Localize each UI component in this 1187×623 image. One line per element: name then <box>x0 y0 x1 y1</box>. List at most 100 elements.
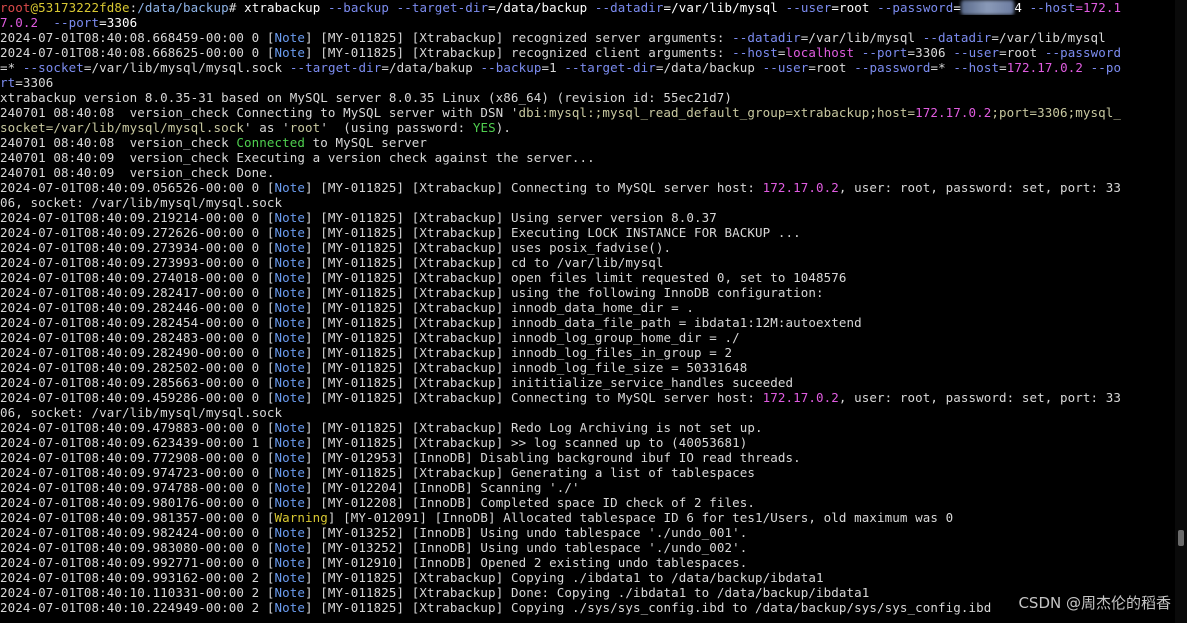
watermark: CSDN @周杰伦的稻香 <box>1018 594 1171 612</box>
terminal-text: ' (using password: <box>320 120 473 135</box>
terminal-text: ] [MY-011825] [Xtrabackup] Redo Log Arch… <box>305 420 763 435</box>
terminal-text: xtrabackup <box>244 0 328 15</box>
terminal-text: Note <box>274 225 306 240</box>
terminal-text: 2024-07-01T08:40:09.282446-00:00 0 [ <box>0 300 275 315</box>
terminal-text: Note <box>274 345 306 360</box>
terminal-text: --user <box>785 0 832 15</box>
terminal-text: 2024-07-01T08:40:09.056526-00:00 0 [ <box>0 180 275 195</box>
terminal-window[interactable]: root@53173222fd8e:/data/backup# xtraback… <box>0 0 1187 623</box>
terminal-text: ] [MY-011825] [Xtrabackup] using the fol… <box>305 285 824 300</box>
terminal-text: xtrabackup version 8.0.35-31 based on My… <box>0 90 733 105</box>
terminal-text: =/var/lib/mysql <box>991 30 1106 45</box>
terminal-text: Note <box>274 240 306 255</box>
terminal-text: --password <box>1044 45 1122 60</box>
terminal-text: ] [MY-012091] [InnoDB] Allocated tablesp… <box>327 510 954 525</box>
terminal-text: --host <box>1029 0 1076 15</box>
terminal-text: 2024-07-01T08:40:09.479883-00:00 0 [ <box>0 420 275 435</box>
terminal-text: --backup <box>327 0 389 15</box>
terminal-line: 06, socket: /var/lib/mysql/mysql.sock <box>0 195 1173 210</box>
terminal-text: ] [MY-011825] [Xtrabackup] Using server … <box>305 210 717 225</box>
terminal-text: localhost <box>785 45 855 60</box>
terminal-text: 4 <box>1014 0 1030 15</box>
terminal-text: = <box>777 45 786 60</box>
terminal-text: =3306 <box>907 45 954 60</box>
terminal-text: --port <box>53 15 100 30</box>
terminal-text: --host <box>732 45 778 60</box>
terminal-text: 2024-07-01T08:40:09.974788-00:00 0 [ <box>0 480 275 495</box>
terminal-line: 240701 08:40:08 version_check Connected … <box>0 135 1173 150</box>
terminal-text: =* <box>930 60 954 75</box>
terminal-text: 2024-07-01T08:40:08.668625-00:00 0 [ <box>0 45 275 60</box>
terminal-text: Note <box>274 465 306 480</box>
terminal-text: 2024-07-01T08:40:09.992771-00:00 0 [ <box>0 555 275 570</box>
terminal-line: 2024-07-01T08:40:09.623439-00:00 1 [Note… <box>0 435 1173 450</box>
terminal-text: Note <box>274 285 306 300</box>
terminal-text: Note <box>274 420 306 435</box>
terminal-line: 2024-07-01T08:40:09.285663-00:00 0 [Note… <box>0 375 1173 390</box>
terminal-text: Note <box>274 435 306 450</box>
terminal-text: 2024-07-01T08:40:09.282490-00:00 0 [ <box>0 345 275 360</box>
terminal-text: ] [MY-011825] [Xtrabackup] Done: Copying… <box>305 585 870 600</box>
terminal-text: Note <box>274 255 306 270</box>
terminal-text: Note <box>274 495 306 510</box>
terminal-text: =/var/lib/mysql <box>663 0 786 15</box>
terminal-line: 2024-07-01T08:40:09.282490-00:00 0 [Note… <box>0 345 1173 360</box>
terminal-text: 240701 08:40:09 version_check Done. <box>0 165 275 180</box>
terminal-text: --target-dir <box>564 60 656 75</box>
terminal-line: 2024-07-01T08:40:09.992771-00:00 0 [Note… <box>0 555 1173 570</box>
terminal-text: 2024-07-01T08:40:09.273993-00:00 0 [ <box>0 255 275 270</box>
terminal-text: 2024-07-01T08:40:09.981357-00:00 0 [ <box>0 510 275 525</box>
terminal-text: ] [MY-012910] [InnoDB] Opened 2 existing… <box>305 555 748 570</box>
terminal-text: =/var/lib/mysql <box>800 30 923 45</box>
terminal-text: Note <box>274 300 306 315</box>
terminal-line: 2024-07-01T08:40:08.668625-00:00 0 [Note… <box>0 45 1173 60</box>
terminal-text: 2024-07-01T08:40:09.980176-00:00 0 [ <box>0 495 275 510</box>
terminal-text: 2024-07-01T08:40:09.623439-00:00 1 [ <box>0 435 275 450</box>
terminal-text: ;port=3306;mysql_ <box>991 105 1121 120</box>
terminal-output: root@53173222fd8e:/data/backup# xtraback… <box>0 0 1173 615</box>
terminal-text: 2024-07-01T08:40:09.772908-00:00 0 [ <box>0 450 275 465</box>
terminal-text: Note <box>274 330 306 345</box>
terminal-text: 172.17.0.2 <box>762 180 839 195</box>
terminal-text: Note <box>274 315 306 330</box>
terminal-text: 2024-07-01T08:40:08.668459-00:00 0 [ <box>0 30 275 45</box>
scrollbar-thumb[interactable] <box>1178 530 1184 546</box>
terminal-text: =3306 <box>99 15 138 30</box>
terminal-text: 7.0.2 <box>0 15 39 30</box>
terminal-line: 240701 08:40:08 version_check Connecting… <box>0 105 1173 120</box>
scrollbar[interactable] <box>1175 0 1187 623</box>
terminal-line: 7.0.2 --port=3306 <box>0 15 1173 30</box>
terminal-line: 2024-07-01T08:40:09.974788-00:00 0 [Note… <box>0 480 1173 495</box>
terminal-text: /data/backup <box>137 0 229 15</box>
terminal-text: root <box>289 120 321 135</box>
terminal-text: = <box>953 0 961 15</box>
terminal-text: 2024-07-01T08:40:09.974723-00:00 0 [ <box>0 465 275 480</box>
terminal-text: ] [MY-011825] [Xtrabackup] innodb_log_gr… <box>305 330 740 345</box>
terminal-text: --datadir <box>732 30 801 45</box>
terminal-line: 2024-07-01T08:40:09.772908-00:00 0 [Note… <box>0 450 1173 465</box>
terminal-text: 2024-07-01T08:40:10.224949-00:00 2 [ <box>0 600 275 615</box>
terminal-text: --po <box>1090 60 1122 75</box>
terminal-text: Note <box>274 570 306 585</box>
terminal-text: Note <box>274 390 306 405</box>
terminal-text: =* <box>0 60 23 75</box>
terminal-text: Note <box>274 525 306 540</box>
terminal-text: Note <box>274 585 306 600</box>
terminal-text: ] [MY-012953] [InnoDB] Disabling backgro… <box>305 450 801 465</box>
terminal-line: 2024-07-01T08:40:09.980176-00:00 0 [Note… <box>0 495 1173 510</box>
terminal-text: @53173222fd8e <box>30 0 130 15</box>
terminal-line: socket=/var/lib/mysql/mysql.sock' as 'ro… <box>0 120 1173 135</box>
terminal-text: --port <box>861 45 908 60</box>
terminal-text: ] [MY-011825] [Xtrabackup] innodb_data_f… <box>305 315 862 330</box>
terminal-text: 2024-07-01T08:40:09.282417-00:00 0 [ <box>0 285 275 300</box>
terminal-text: ] [MY-011825] [Xtrabackup] Connecting to… <box>305 180 763 195</box>
terminal-text: --password <box>877 0 954 15</box>
terminal-text: Note <box>274 360 306 375</box>
terminal-text: , user: root, password: set, port: 33 <box>838 390 1122 405</box>
terminal-line: 2024-07-01T08:40:09.274018-00:00 0 [Note… <box>0 270 1173 285</box>
terminal-text: 172.17.0.2 <box>1006 60 1084 75</box>
terminal-line: 2024-07-01T08:40:09.983080-00:00 0 [Note… <box>0 540 1173 555</box>
terminal-line: 2024-07-01T08:40:09.981357-00:00 0 [Warn… <box>0 510 1173 525</box>
